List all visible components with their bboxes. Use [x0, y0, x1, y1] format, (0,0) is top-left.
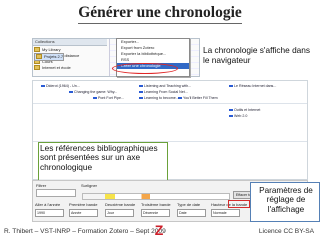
timeline-event[interactable]: You'll Better Fill Them — [178, 96, 218, 100]
timeline-event[interactable]: Learning From Social Net... — [139, 90, 188, 94]
band1-select[interactable]: Année — [69, 209, 98, 217]
select-label: Première bande — [69, 202, 98, 207]
band3-select[interactable]: Décennie — [141, 209, 170, 217]
zotero-logo: Z — [154, 222, 164, 238]
collections-tree: My Library Projets 2.7 Formation à dista… — [34, 47, 107, 71]
folder-icon — [34, 65, 40, 71]
title-underline — [78, 23, 242, 24]
callout-right: Paramètres de réglage de l'affichage — [259, 186, 313, 214]
timeline-event[interactable]: Changing the game: Why... — [69, 90, 117, 94]
highlight-rect — [228, 200, 250, 208]
band2-select[interactable]: Jour — [105, 209, 134, 217]
year-select[interactable]: 1990 — [35, 209, 64, 217]
filter-label: Filtrer — [36, 183, 47, 188]
filter-input[interactable] — [36, 189, 76, 197]
select-label: Troisième bande — [141, 202, 171, 207]
highlight-oval — [112, 63, 178, 74]
collections-header: Collections — [33, 39, 107, 46]
highlight-colorbar[interactable] — [82, 193, 230, 200]
select-label: Aller à l'année — [35, 202, 61, 207]
timeline-event[interactable]: Listening and Teaching with... — [139, 84, 191, 88]
tree-item[interactable]: Projets 2.7 — [34, 53, 65, 61]
tree-item[interactable]: Internet et école — [34, 65, 107, 71]
timeline-band-divider — [33, 103, 307, 104]
timeline-event[interactable]: Learning to become... — [139, 96, 179, 100]
folder-icon — [34, 47, 40, 53]
select-label: Deuxième bande — [105, 202, 136, 207]
select-label: Type de date — [177, 202, 201, 207]
folder-icon — [36, 54, 42, 60]
callout-top: La chronologie s'affiche dans le navigat… — [203, 45, 311, 65]
timeline-event[interactable]: Pont Fort Pipe... — [93, 96, 124, 100]
callout-left: Les références bibliographiques sont pré… — [40, 143, 158, 172]
timeline-event[interactable]: Web 2.0 — [229, 114, 247, 118]
timeline-event[interactable]: Outils et Internet — [229, 108, 260, 112]
highlight-label: Surligner — [81, 183, 98, 188]
footer-credit: R. Thibert – VST-INRP – Formation Zotero… — [4, 228, 166, 235]
footer-license: Licence CC BY-SA — [258, 228, 314, 235]
timeline-event[interactable]: Diderot (1964) - Un... — [41, 84, 80, 88]
date-type-select[interactable]: Date — [177, 209, 206, 217]
band-height-select[interactable]: Normale — [211, 209, 240, 217]
timeline-event[interactable]: Le Réseau Internet dans... — [229, 84, 276, 88]
slide-title: Générer une chronologie — [78, 4, 242, 21]
